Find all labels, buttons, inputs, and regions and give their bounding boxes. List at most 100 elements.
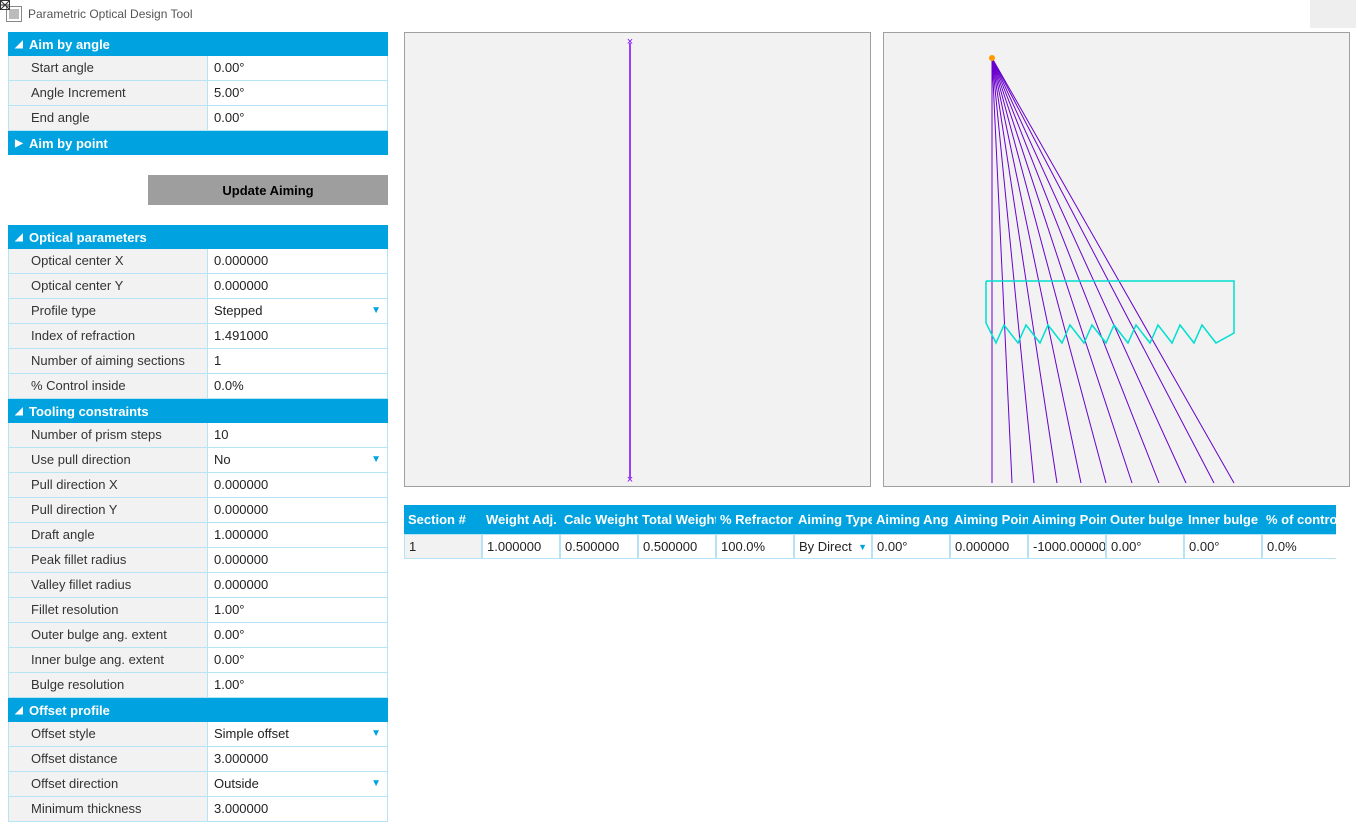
- close-button[interactable]: [1310, 0, 1356, 28]
- property-input[interactable]: 3.000000: [208, 797, 388, 822]
- aim-by-angle-header[interactable]: ◢Aim by angle: [8, 32, 388, 56]
- profile-viewer-left[interactable]: × ×: [404, 32, 871, 487]
- property-label: Fillet resolution: [8, 598, 208, 623]
- property-input[interactable]: 10: [208, 423, 388, 448]
- property-row: Peak fillet radius0.000000: [8, 548, 388, 573]
- offset-profile-header[interactable]: ◢Offset profile: [8, 698, 388, 722]
- caret-down-icon: ◢: [13, 705, 25, 716]
- property-label: Offset style: [8, 722, 208, 747]
- property-input[interactable]: 1.00°: [208, 598, 388, 623]
- table-header: Aiming Point: [950, 505, 1028, 534]
- property-label: Outer bulge ang. extent: [8, 623, 208, 648]
- property-input[interactable]: 1.491000: [208, 324, 388, 349]
- property-input[interactable]: 0.000000: [208, 573, 388, 598]
- property-input[interactable]: 0.00°: [208, 648, 388, 673]
- property-row: Use pull directionNo: [8, 448, 388, 473]
- property-row: Offset directionOutside: [8, 772, 388, 797]
- table-header: % Refractor: [716, 505, 794, 534]
- optical-parameters-header[interactable]: ◢Optical parameters: [8, 225, 388, 249]
- property-label: Pull direction X: [8, 473, 208, 498]
- property-input[interactable]: 0.000000: [208, 548, 388, 573]
- property-label: Number of aiming sections: [8, 349, 208, 374]
- property-dropdown[interactable]: Simple offset: [208, 722, 388, 747]
- property-row: End angle0.00°: [8, 106, 388, 131]
- property-input[interactable]: 1: [208, 349, 388, 374]
- title-bar: Parametric Optical Design Tool: [0, 0, 1358, 28]
- property-input[interactable]: 0.000000: [208, 498, 388, 523]
- property-label: Index of refraction: [8, 324, 208, 349]
- property-label: Number of prism steps: [8, 423, 208, 448]
- table-header: Aiming Ang: [872, 505, 950, 534]
- table-cell[interactable]: 0.0%: [1262, 534, 1336, 559]
- property-input[interactable]: 0.00°: [208, 56, 388, 81]
- property-row: Offset styleSimple offset: [8, 722, 388, 747]
- property-input[interactable]: 0.000000: [208, 249, 388, 274]
- property-input[interactable]: 0.0%: [208, 374, 388, 399]
- aim-by-point-header[interactable]: ▶Aim by point: [8, 131, 388, 155]
- update-aiming-button[interactable]: Update Aiming: [148, 175, 388, 205]
- table-header: Aiming Type: [794, 505, 872, 534]
- tooling-constraints-header[interactable]: ◢Tooling constraints: [8, 399, 388, 423]
- caret-down-icon: ◢: [13, 406, 25, 417]
- property-label: Start angle: [8, 56, 208, 81]
- property-row: Index of refraction1.491000: [8, 324, 388, 349]
- property-input[interactable]: 3.000000: [208, 747, 388, 772]
- table-header: Inner bulge: [1184, 505, 1262, 534]
- property-row: Draft angle1.000000: [8, 523, 388, 548]
- property-label: Valley fillet radius: [8, 573, 208, 598]
- svg-text:×: ×: [627, 36, 633, 48]
- table-header: Section #: [404, 505, 482, 534]
- table-cell[interactable]: -1000.00000: [1028, 534, 1106, 559]
- maximize-button[interactable]: [1264, 0, 1310, 28]
- property-label: Angle Increment: [8, 81, 208, 106]
- property-panel: ◢Aim by angle Start angle0.00°Angle Incr…: [8, 32, 388, 822]
- property-row: Pull direction X0.000000: [8, 473, 388, 498]
- property-dropdown[interactable]: Stepped: [208, 299, 388, 324]
- table-cell[interactable]: 0.00°: [872, 534, 950, 559]
- caret-down-icon: ◢: [13, 232, 25, 243]
- property-label: Peak fillet radius: [8, 548, 208, 573]
- table-header: Total Weight: [638, 505, 716, 534]
- property-input[interactable]: 0.000000: [208, 274, 388, 299]
- window-title: Parametric Optical Design Tool: [28, 7, 193, 21]
- property-label: End angle: [8, 106, 208, 131]
- profile-viewer-right[interactable]: [883, 32, 1350, 487]
- property-input[interactable]: 1.00°: [208, 673, 388, 698]
- property-label: Draft angle: [8, 523, 208, 548]
- property-dropdown[interactable]: No: [208, 448, 388, 473]
- property-dropdown[interactable]: Outside: [208, 772, 388, 797]
- minimize-button[interactable]: [1218, 0, 1264, 28]
- caret-down-icon: ◢: [13, 39, 25, 50]
- property-label: Optical center X: [8, 249, 208, 274]
- property-row: Outer bulge ang. extent0.00°: [8, 623, 388, 648]
- property-label: Offset direction: [8, 772, 208, 797]
- property-label: Pull direction Y: [8, 498, 208, 523]
- table-cell[interactable]: 0.00°: [1184, 534, 1262, 559]
- table-cell[interactable]: 100.0%: [716, 534, 794, 559]
- property-row: Valley fillet radius0.000000: [8, 573, 388, 598]
- table-cell-dropdown[interactable]: By Direct: [794, 534, 872, 559]
- property-row: Optical center X0.000000: [8, 249, 388, 274]
- property-input[interactable]: 1.000000: [208, 523, 388, 548]
- property-row: Profile typeStepped: [8, 299, 388, 324]
- table-cell[interactable]: 1.000000: [482, 534, 560, 559]
- table-cell[interactable]: 0.500000: [560, 534, 638, 559]
- property-row: Minimum thickness3.000000: [8, 797, 388, 822]
- property-label: Profile type: [8, 299, 208, 324]
- property-label: Bulge resolution: [8, 673, 208, 698]
- table-cell[interactable]: 0.500000: [638, 534, 716, 559]
- property-row: Angle Increment5.00°: [8, 81, 388, 106]
- property-row: Number of aiming sections1: [8, 349, 388, 374]
- table-header: Aiming Point: [1028, 505, 1106, 534]
- property-label: Inner bulge ang. extent: [8, 648, 208, 673]
- property-input[interactable]: 0.00°: [208, 106, 388, 131]
- property-label: % Control inside: [8, 374, 208, 399]
- property-input[interactable]: 5.00°: [208, 81, 388, 106]
- property-label: Minimum thickness: [8, 797, 208, 822]
- table-header: % of control: [1262, 505, 1336, 534]
- property-input[interactable]: 0.000000: [208, 473, 388, 498]
- property-input[interactable]: 0.00°: [208, 623, 388, 648]
- property-row: Fillet resolution1.00°: [8, 598, 388, 623]
- table-cell[interactable]: 0.00°: [1106, 534, 1184, 559]
- table-cell[interactable]: 0.000000: [950, 534, 1028, 559]
